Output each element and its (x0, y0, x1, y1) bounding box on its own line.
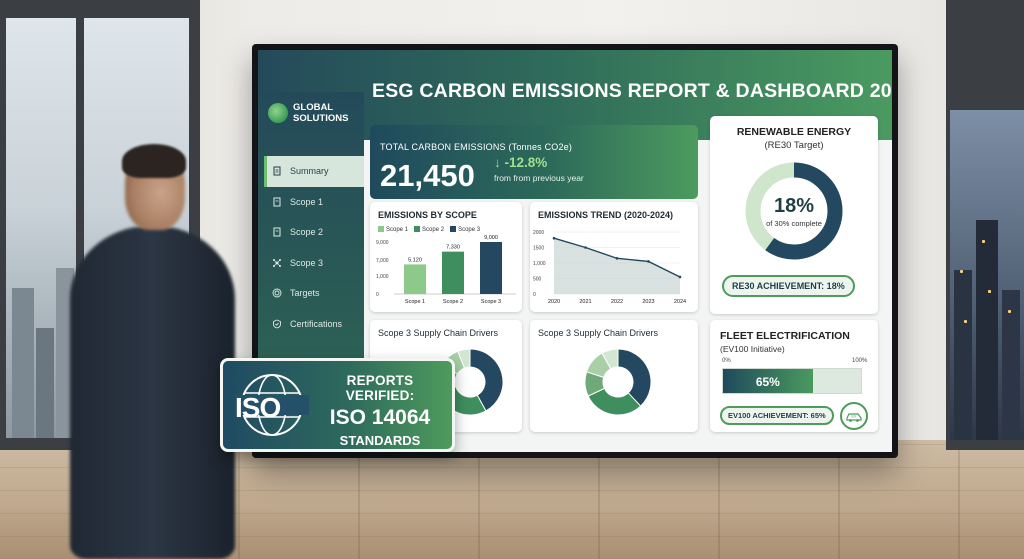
renewable-percentage: 18% (773, 195, 815, 217)
y-tick-label: 500 (533, 277, 542, 283)
y-tick-label: 2000 (533, 230, 544, 236)
x-tick-label: 2023 (642, 299, 654, 305)
bar (480, 242, 502, 294)
window-pane (6, 18, 76, 438)
trend-area (554, 238, 680, 294)
re30-achievement-badge: RE30 ACHIEVEMENT: 18% (722, 275, 855, 297)
globe-logo-icon (268, 103, 288, 123)
y-tick-label: 1500 (533, 246, 544, 252)
trend-point (678, 275, 682, 279)
total-emissions-label: TOTAL CARBON EMISSIONS (Tonnes CO2e) (380, 142, 573, 152)
iso-logo-text: ISO (235, 392, 281, 423)
x-tick-label: Scope 3 (481, 299, 501, 305)
check-shield-icon (272, 319, 282, 329)
bar-data-label: 5,120 (408, 257, 422, 263)
sidebar-item-label: Summary (290, 166, 329, 177)
x-tick-label: Scope 2 (443, 299, 463, 305)
svg-text:EV: EV (852, 415, 857, 419)
brand-name: GLOBAL SOLUTIONS (293, 102, 349, 124)
scope-bar-chart: 9,000 7,000 1,000 0 5,120 Scope 1 7,330 Scope 2… (376, 235, 516, 305)
document-icon (272, 166, 282, 176)
emissions-trend-card: EMISSIONS TREND (2020-2024) 2000 1500 1,00… (530, 202, 698, 312)
scope3-drivers-card: Scope 3 Supply Chain Drivers (530, 320, 698, 432)
person-body (70, 226, 235, 559)
ev100-achievement-badge: EV100 ACHIEVEMENT: 65% (720, 406, 834, 425)
y-tick-label: 0 (376, 292, 379, 298)
sidebar-item-scope-1[interactable]: Scope 1 (264, 187, 364, 218)
progress-scale-min: 0% (722, 358, 731, 364)
network-icon (272, 258, 282, 268)
x-tick-label: 2020 (548, 299, 560, 305)
iso-line-3: STANDARDS (339, 433, 421, 448)
trend-point (584, 246, 587, 249)
y-tick-label: 1,000 (376, 274, 389, 280)
window-pane (950, 110, 1024, 440)
sidebar-item-label: Scope 2 (290, 227, 324, 238)
x-tick-label: Scope 1 (405, 299, 425, 305)
y-tick-label: 7,000 (376, 258, 389, 264)
sidebar-item-label: Certifications (290, 318, 343, 329)
iso-line-2: ISO 14064 (329, 406, 431, 429)
bar-data-label: 7,330 (446, 245, 460, 251)
x-tick-label: 2022 (611, 299, 623, 305)
brand: GLOBAL SOLUTIONS (268, 102, 353, 124)
renewable-energy-card: RENEWABLE ENERGY (RE30 Target) 18% of 30… (710, 116, 878, 314)
document-icon (272, 227, 282, 237)
person-silhouette (70, 144, 235, 559)
renewable-progress-caption: of 30% complete (766, 219, 822, 228)
sidebar-item-label: Scope 1 (290, 196, 324, 207)
electric-vehicle-icon: EV (840, 402, 868, 430)
sidebar-item-targets[interactable]: Targets (264, 278, 364, 309)
scope3-drivers-donut (584, 348, 652, 416)
sidebar-item-scope-2[interactable]: Scope 2 (264, 217, 364, 248)
emissions-by-scope-card: EMISSIONS BY SCOPE Scope 1 Scope 2 Scope… (370, 202, 522, 312)
sidebar-item-summary[interactable]: Summary (264, 156, 364, 187)
iso-badge-text: REPORTS VERIFIED: ISO 14064 STANDARDS (315, 373, 445, 448)
bar (404, 264, 426, 294)
page-title: ESG CARBON EMISSIONS REPORT & DASHBOARD … (372, 80, 892, 102)
y-tick-label: 9,000 (376, 240, 389, 246)
sidebar-item-label: Targets (290, 288, 320, 299)
emissions-change: ↓ -12.8% (494, 155, 548, 170)
x-tick-label: 2024 (674, 299, 686, 305)
iso-line-1: REPORTS VERIFIED: (345, 373, 415, 403)
trend-point (552, 236, 556, 240)
fleet-progress-bar: 65% (722, 368, 862, 394)
fleet-percentage: 65% (755, 375, 780, 389)
fleet-electrification-card: FLEET ELECTRIFICATION (EV100 Initiative)… (710, 320, 878, 432)
fleet-progress-fill: 65% (723, 369, 813, 393)
emissions-change-caption: from from previous year (494, 173, 584, 183)
bar (442, 251, 464, 294)
target-icon (272, 288, 282, 298)
sidebar-nav: Summary Scope 1 Scope 2 Scope 3 Targets … (264, 156, 364, 339)
total-emissions-card: TOTAL CARBON EMISSIONS (Tonnes CO2e) 21,… (370, 125, 698, 199)
total-emissions-value: 21,450 (380, 158, 475, 193)
sidebar-item-certifications[interactable]: Certifications (264, 309, 364, 340)
progress-scale-max: 100% (852, 358, 868, 364)
renewable-title: RENEWABLE ENERGY (736, 126, 852, 138)
person-hair (122, 144, 186, 178)
iso-verification-badge: ISO REPORTS VERIFIED: ISO 14064 STANDARD… (220, 358, 455, 452)
x-tick-label: 2021 (579, 299, 591, 305)
right-window (946, 0, 1024, 450)
trend-point (615, 257, 619, 260)
fleet-title: FLEET ELECTRIFICATION (720, 330, 850, 342)
emissions-trend-chart: 2000 1500 1,000 500 0 2020 2021 2022 2023 2024 (533, 230, 686, 305)
document-icon (272, 197, 282, 207)
fleet-subtitle: (EV100 Initiative) (720, 344, 785, 354)
sidebar-item-scope-3[interactable]: Scope 3 (264, 248, 364, 279)
y-tick-label: 0 (533, 292, 536, 298)
trend-point (647, 260, 650, 263)
sidebar-item-label: Scope 3 (290, 257, 324, 268)
bar-data-label: 9,000 (484, 235, 498, 241)
y-tick-label: 1,000 (533, 261, 546, 267)
renewable-subtitle: (RE30 Target) (764, 140, 824, 151)
